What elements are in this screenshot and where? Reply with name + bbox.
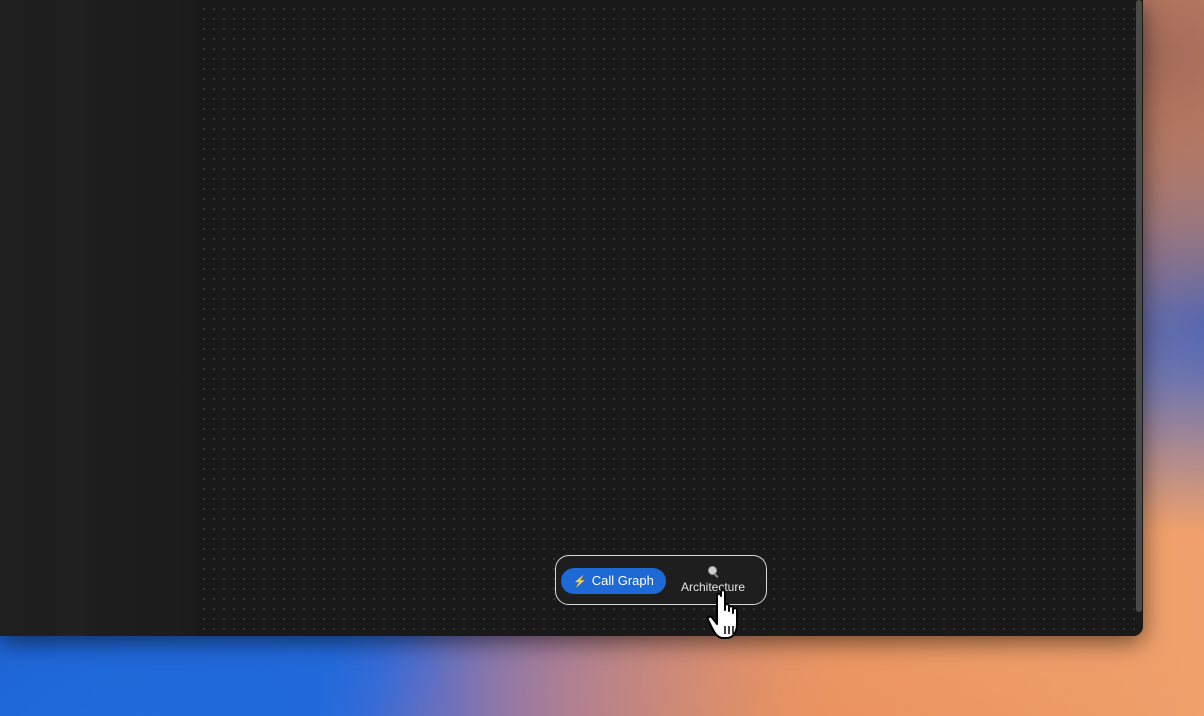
sidebar-panel xyxy=(0,0,195,636)
call-graph-label: Call Graph xyxy=(591,573,654,588)
graph-canvas[interactable] xyxy=(195,0,1135,636)
vertical-scrollbar[interactable] xyxy=(1135,0,1143,636)
lightning-bolt-icon: ⚡ xyxy=(573,576,587,588)
app-window: ⚡ Call Graph Architecture xyxy=(0,0,1143,636)
pointing-hand-cursor-icon xyxy=(707,589,738,639)
scrollbar-thumb[interactable] xyxy=(1136,0,1142,612)
call-graph-button[interactable]: ⚡ Call Graph xyxy=(561,568,666,594)
desktop-wallpaper: ⚡ Call Graph Architecture xyxy=(0,0,1204,716)
magnifier-icon xyxy=(706,565,720,579)
